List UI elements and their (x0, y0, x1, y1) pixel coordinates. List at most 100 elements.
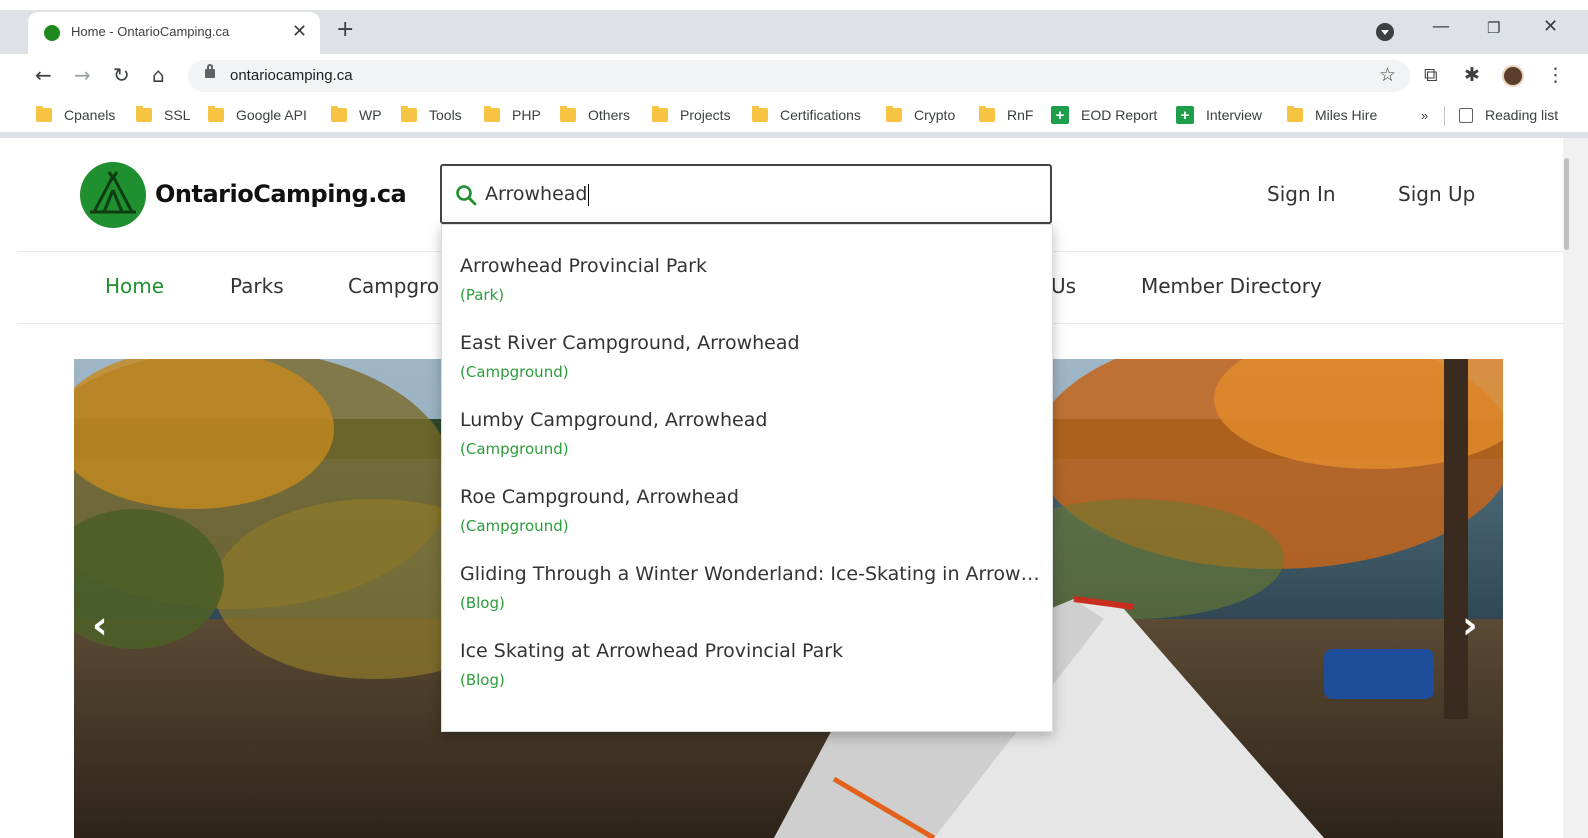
bookmark-google-api[interactable]: Google API (208, 104, 307, 126)
search-result[interactable]: East River Campground, Arrowhead (Campgr… (460, 332, 1040, 381)
close-window-icon[interactable]: ✕ (1543, 16, 1558, 37)
search-result[interactable]: Lumby Campground, Arrowhead (Campground) (460, 409, 1040, 458)
back-icon[interactable]: ← (35, 63, 52, 87)
close-tab-icon[interactable]: ✕ (292, 21, 307, 42)
folder-icon (484, 106, 500, 122)
nav-member-directory[interactable]: Member Directory (1141, 274, 1322, 298)
home-icon[interactable]: ⌂ (152, 63, 165, 87)
bookmark-rnf[interactable]: RnF (979, 104, 1033, 126)
search-result[interactable]: Ice Skating at Arrowhead Provincial Park… (460, 640, 1040, 689)
folder-icon (1287, 106, 1303, 122)
bookmark-label: EOD Report (1081, 107, 1158, 123)
tab-strip: Home - OntarioCamping.ca ✕ + — ❐ ✕ (0, 0, 1588, 54)
bookmark-cpanels[interactable]: Cpanels (36, 104, 115, 126)
address-bar[interactable]: ontariocamping.ca ☆ (188, 60, 1410, 92)
carousel-next-icon[interactable]: › (1462, 603, 1478, 647)
search-icon (455, 184, 477, 210)
folder-icon (560, 106, 576, 122)
nav-home[interactable]: Home (105, 274, 164, 298)
carousel-prev-icon[interactable]: ‹ (92, 603, 108, 647)
result-type: (Park) (460, 286, 505, 304)
folder-icon (752, 106, 768, 122)
bookmark-label: SSL (164, 107, 191, 123)
folder-icon (136, 106, 152, 122)
tab-search-icon[interactable] (1376, 23, 1394, 41)
minimize-icon[interactable]: — (1432, 16, 1450, 37)
bookmarks-overflow[interactable]: » (1421, 104, 1428, 126)
folder-icon (886, 106, 902, 122)
bookmark-ssl[interactable]: SSL (136, 104, 190, 126)
bookmark-label: Projects (680, 107, 731, 123)
bookmark-label: Google API (236, 107, 307, 123)
bookmark-miles-hire[interactable]: Miles Hire (1287, 104, 1377, 126)
result-type: (Campground) (460, 440, 569, 458)
result-title: Arrowhead Provincial Park (460, 255, 707, 277)
folder-icon (208, 106, 224, 122)
reload-icon[interactable]: ↻ (113, 63, 130, 87)
bookmark-crypto[interactable]: Crypto (886, 104, 955, 126)
scrollbar-thumb[interactable] (1564, 158, 1569, 250)
result-title: East River Campground, Arrowhead (460, 332, 800, 354)
bookmark-php[interactable]: PHP (484, 104, 541, 126)
result-type: (Blog) (460, 671, 505, 689)
browser-toolbar: ← → ↻ ⌂ ontariocamping.ca ☆ ⧉ ✱ ⋮ (0, 54, 1588, 98)
bookmark-tools[interactable]: Tools (401, 104, 462, 126)
profile-avatar[interactable] (1502, 65, 1524, 87)
bookmark-wp[interactable]: WP (331, 104, 382, 126)
search-result[interactable]: Gliding Through a Winter Wonderland: Ice… (460, 563, 1040, 612)
reading-list-label: Reading list (1485, 107, 1559, 123)
new-tab-icon[interactable]: + (336, 17, 354, 42)
restore-icon[interactable]: ❐ (1487, 19, 1500, 37)
reading-list-button[interactable]: Reading list (1459, 104, 1558, 126)
result-type: (Blog) (460, 594, 505, 612)
sign-in-link[interactable]: Sign In (1267, 182, 1336, 206)
tab-title: Home - OntarioCamping.ca (71, 24, 230, 39)
search-result[interactable]: Roe Campground, Arrowhead (Campground) (460, 486, 1040, 535)
web-page: OntarioCamping.ca Arrowhead Sign In Sign… (18, 138, 1563, 838)
folder-icon (331, 106, 347, 122)
lock-icon (205, 64, 215, 78)
logo-tent-icon[interactable] (80, 162, 146, 228)
extension-icon[interactable]: ⧉ (1424, 64, 1438, 86)
bookmark-label: Tools (429, 107, 462, 123)
bookmark-label: Miles Hire (1315, 107, 1378, 123)
bookmark-label: PHP (512, 107, 541, 123)
bookmark-label: WP (359, 107, 382, 123)
text-caret (588, 183, 590, 206)
bookmark-label: RnF (1007, 107, 1034, 123)
bookmark-certifications[interactable]: Certifications (752, 104, 861, 126)
reading-list-icon (1459, 107, 1473, 123)
folder-icon (36, 106, 52, 122)
bookmark-label: Cpanels (64, 107, 116, 123)
result-title: Lumby Campground, Arrowhead (460, 409, 768, 431)
search-value: Arrowhead (485, 183, 588, 205)
nav-parks[interactable]: Parks (230, 274, 284, 298)
result-title: Ice Skating at Arrowhead Provincial Park (460, 640, 844, 662)
site-favicon-icon (44, 25, 60, 41)
bookmark-interview[interactable]: + Interview (1176, 104, 1262, 126)
result-type: (Campground) (460, 363, 569, 381)
bookmark-others[interactable]: Others (560, 104, 630, 126)
search-result[interactable]: Arrowhead Provincial Park (Park) (460, 255, 1040, 304)
browser-tab[interactable]: Home - OntarioCamping.ca ✕ (28, 12, 320, 54)
folder-icon (979, 106, 995, 122)
bookmarks-divider (1444, 106, 1445, 126)
nav-contact-us[interactable]: Us (1051, 274, 1076, 298)
menu-kebab-icon[interactable]: ⋮ (1546, 64, 1565, 86)
bookmark-label: Others (588, 107, 631, 123)
bookmark-projects[interactable]: Projects (652, 104, 731, 126)
bookmark-star-icon[interactable]: ☆ (1379, 64, 1396, 86)
forward-icon[interactable]: → (74, 63, 91, 87)
bookmarks-bar: Cpanels SSL Google API WP Tools PHP Othe… (0, 98, 1588, 132)
result-title: Roe Campground, Arrowhead (460, 486, 739, 508)
search-suggestions-dropdown: Arrowhead Provincial Park (Park) East Ri… (441, 224, 1053, 732)
site-logo-text[interactable]: OntarioCamping.ca (155, 180, 407, 208)
bookmark-eod-report[interactable]: + EOD Report (1051, 104, 1157, 126)
site-search-input[interactable]: Arrowhead (440, 164, 1052, 224)
nav-campgrounds[interactable]: Campgro (348, 274, 439, 298)
extensions-puzzle-icon[interactable]: ✱ (1464, 64, 1480, 86)
url-text: ontariocamping.ca (230, 67, 353, 84)
folder-icon (652, 106, 668, 122)
sign-up-link[interactable]: Sign Up (1398, 182, 1475, 206)
folder-icon (401, 106, 417, 122)
